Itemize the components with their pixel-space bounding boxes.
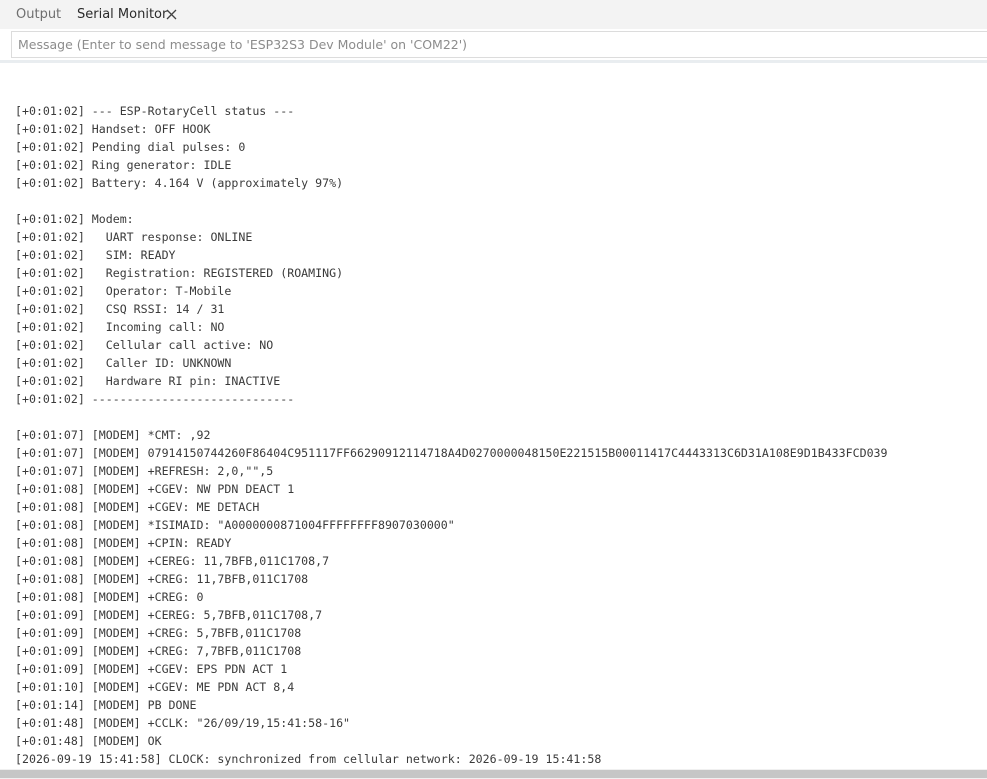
horizontal-scrollbar-thumb[interactable] bbox=[0, 770, 987, 778]
tab-output[interactable]: Output bbox=[16, 6, 61, 23]
console-line: [+0:01:07] [MODEM] 07914150744260F86404C… bbox=[15, 446, 888, 460]
console-line: [+0:01:02] Handset: OFF HOOK bbox=[15, 122, 211, 136]
console-line: [+0:01:09] [MODEM] +CGEV: EPS PDN ACT 1 bbox=[15, 662, 288, 676]
console-line: [+0:01:02] UART response: ONLINE bbox=[15, 230, 253, 244]
console-line: [+0:01:02] Registration: REGISTERED (ROA… bbox=[15, 266, 344, 280]
console-line: [+0:01:09] [MODEM] +CREG: 5,7BFB,011C170… bbox=[15, 626, 302, 640]
console-line: [+0:01:02] Operator: T-Mobile bbox=[15, 284, 232, 298]
console-line: [+0:01:09] [MODEM] +CREG: 7,7BFB,011C170… bbox=[15, 644, 302, 658]
console-line: [+0:01:02] SIM: READY bbox=[15, 248, 176, 262]
console-line: [+0:01:02] ----------------------------- bbox=[15, 392, 295, 406]
console-line: [+0:01:02] Hardware RI pin: INACTIVE bbox=[15, 374, 281, 388]
console-line: [+0:01:10] [MODEM] +CGEV: ME PDN ACT 8,4 bbox=[15, 680, 295, 694]
console-line: [+0:01:02] CSQ RSSI: 14 / 31 bbox=[15, 302, 225, 316]
console-line: [+0:01:08] [MODEM] +CGEV: NW PDN DEACT 1 bbox=[15, 482, 295, 496]
console-line: [+0:01:14] [MODEM] PB DONE bbox=[15, 698, 197, 712]
console-line: [+0:01:02] Caller ID: UNKNOWN bbox=[15, 356, 232, 370]
tab-serial-monitor[interactable]: Serial Monitor bbox=[77, 6, 167, 23]
console-line: [+0:01:48] [MODEM] +CCLK: "26/09/19,15:4… bbox=[15, 716, 351, 730]
console-line: [+0:01:02] Incoming call: NO bbox=[15, 320, 225, 334]
message-input[interactable] bbox=[11, 31, 987, 58]
console-line: [+0:01:08] [MODEM] +CEREG: 11,7BFB,011C1… bbox=[15, 554, 330, 568]
console-line: [+0:01:09] [MODEM] +CEREG: 5,7BFB,011C17… bbox=[15, 608, 323, 622]
console-line: [+0:01:07] [MODEM] *CMT: ,92 bbox=[15, 428, 211, 442]
console-line: [+0:01:08] [MODEM] +CREG: 11,7BFB,011C17… bbox=[15, 572, 309, 586]
console-line: [+0:01:08] [MODEM] +CGEV: ME DETACH bbox=[15, 500, 260, 514]
console-lines: [+0:01:02] --- ESP-RotaryCell status ---… bbox=[15, 102, 888, 768]
console-line: [+0:01:02] Battery: 4.164 V (approximate… bbox=[15, 176, 344, 190]
serial-output: [+0:01:02] --- ESP-RotaryCell status ---… bbox=[0, 63, 987, 769]
console-line: [+0:01:07] [MODEM] +REFRESH: 2,0,"",5 bbox=[15, 464, 274, 478]
console-line: [+0:01:02] Cellular call active: NO bbox=[15, 338, 274, 352]
console-line: [+0:01:08] [MODEM] *ISIMAID: "A000000087… bbox=[15, 518, 455, 532]
console-line: [+0:01:08] [MODEM] +CPIN: READY bbox=[15, 536, 232, 550]
console-line: [+0:01:08] [MODEM] +CREG: 0 bbox=[15, 590, 204, 604]
console-line: [+0:01:02] Ring generator: IDLE bbox=[15, 158, 232, 172]
horizontal-scrollbar[interactable] bbox=[0, 769, 987, 779]
console-line: [+0:01:48] [MODEM] OK bbox=[15, 734, 162, 748]
console-line: [+0:01:02] Pending dial pulses: 0 bbox=[15, 140, 246, 154]
close-icon[interactable] bbox=[166, 9, 177, 20]
console-line: [+0:01:02] --- ESP-RotaryCell status --- bbox=[15, 104, 295, 118]
panel-tab-bar: Output Serial Monitor bbox=[0, 0, 987, 29]
console-line: [2026-09-19 15:41:58] CLOCK: synchronize… bbox=[15, 752, 602, 766]
console-line: [+0:01:02] Modem: bbox=[15, 212, 134, 226]
